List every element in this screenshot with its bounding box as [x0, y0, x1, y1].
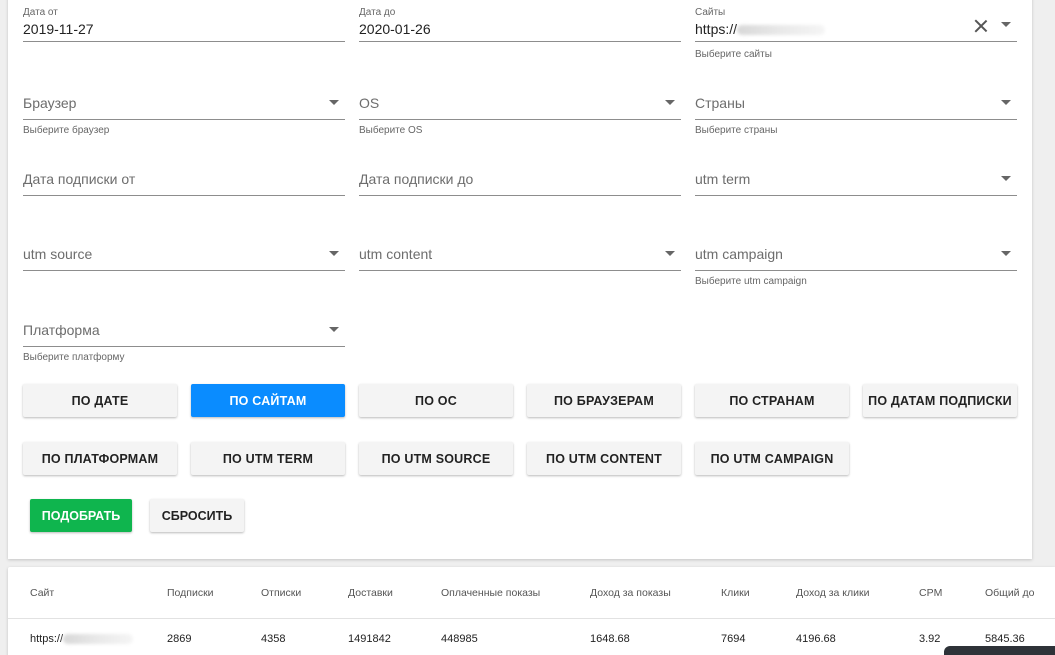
cell-site[interactable]: https:// [30, 633, 134, 645]
sub-date-from-field[interactable]: Дата подписки от [23, 150, 345, 196]
sub-date-from-placeholder: Дата подписки от [23, 171, 136, 187]
group-by-sub-dates-button[interactable]: ПО ДАТАМ ПОДПИСКИ [863, 384, 1017, 417]
cell-total-revenue: 5845.36 [985, 633, 1025, 645]
cell-subscriptions: 2869 [167, 633, 192, 645]
date-from-value[interactable]: 2019-11-27 [23, 21, 94, 37]
cell-deliveries: 1491842 [348, 633, 391, 645]
sites-label: Сайты [695, 7, 726, 18]
utm-content-select[interactable]: utm content [359, 225, 681, 271]
sites-hint: Выберите сайты [695, 49, 772, 60]
column-header-click-revenue[interactable]: Доход за клики [796, 587, 869, 599]
cell-click-revenue: 4196.68 [796, 633, 836, 645]
dropdown-arrow-icon[interactable] [665, 100, 675, 105]
cell-unsubscriptions: 4358 [261, 633, 286, 645]
date-from-label: Дата от [23, 7, 58, 18]
cell-clicks: 7694 [721, 633, 746, 645]
utm-campaign-hint: Выберите utm campaign [695, 276, 807, 287]
os-hint: Выберите OS [359, 125, 423, 136]
dropdown-arrow-icon[interactable] [665, 251, 675, 256]
group-by-utm-term-button[interactable]: ПО UTM TERM [191, 442, 345, 475]
column-header-deliveries[interactable]: Доставки [348, 587, 393, 599]
group-by-utm-source-button[interactable]: ПО UTM SOURCE [359, 442, 513, 475]
utm-term-select[interactable]: utm term [695, 150, 1017, 196]
date-to-label: Дата до [359, 7, 396, 18]
column-header-impression-revenue[interactable]: Доход за показы [590, 587, 671, 599]
reset-button[interactable]: СБРОСИТЬ [150, 499, 244, 532]
dropdown-arrow-icon[interactable] [1001, 100, 1011, 105]
group-by-countries-button[interactable]: ПО СТРАНАМ [695, 384, 849, 417]
column-header-clicks[interactable]: Клики [721, 587, 750, 599]
group-by-sites-button[interactable]: ПО САЙТАМ [191, 384, 345, 417]
browser-placeholder: Браузер [23, 95, 77, 111]
column-header-total-revenue[interactable]: Общий до [985, 587, 1034, 599]
table-header-divider [8, 618, 1055, 619]
os-placeholder: OS [359, 95, 380, 111]
column-header-unsubscriptions[interactable]: Отписки [261, 587, 301, 599]
dropdown-arrow-icon[interactable] [1001, 22, 1011, 27]
utm-campaign-placeholder: utm campaign [695, 246, 783, 262]
dropdown-arrow-icon[interactable] [329, 327, 339, 332]
clear-icon[interactable] [973, 18, 989, 34]
platform-placeholder: Платформа [23, 322, 100, 338]
utm-term-placeholder: utm term [695, 171, 751, 187]
group-by-utm-content-button[interactable]: ПО UTM CONTENT [527, 442, 681, 475]
group-by-platforms-button[interactable]: ПО ПЛАТФОРМАМ [23, 442, 177, 475]
utm-source-select[interactable]: utm source [23, 225, 345, 271]
cell-paid-impressions: 448985 [441, 633, 478, 645]
table-viewport[interactable]: Сайт Подписки Отписки Доставки Оплаченны… [8, 567, 1055, 655]
results-table: Сайт Подписки Отписки Доставки Оплаченны… [8, 567, 1055, 655]
sub-date-to-field[interactable]: Дата подписки до [359, 150, 681, 196]
sites-value[interactable]: https:// [695, 21, 826, 37]
group-by-browsers-button[interactable]: ПО БРАУЗЕРАМ [527, 384, 681, 417]
sites-select[interactable]: Сайты https:// [695, 0, 1017, 42]
browser-select[interactable]: Браузер [23, 74, 345, 120]
group-by-utm-campaign-button[interactable]: ПО UTM CAMPAIGN [695, 442, 849, 475]
browser-hint: Выберите браузер [23, 125, 110, 136]
dropdown-arrow-icon[interactable] [1001, 251, 1011, 256]
dropdown-arrow-icon[interactable] [329, 100, 339, 105]
dropdown-arrow-icon[interactable] [1001, 176, 1011, 181]
group-by-os-button[interactable]: ПО ОС [359, 384, 513, 417]
filter-panel: Дата от 2019-11-27 Дата до 2020-01-26 Са… [8, 0, 1032, 559]
column-header-site[interactable]: Сайт [30, 587, 54, 599]
redacted-site-blur [737, 25, 826, 36]
sub-date-to-placeholder: Дата подписки до [359, 171, 474, 187]
countries-select[interactable]: Страны [695, 74, 1017, 120]
date-to-field[interactable]: Дата до 2020-01-26 [359, 0, 681, 42]
utm-source-placeholder: utm source [23, 246, 93, 262]
group-by-date-button[interactable]: ПО ДАТЕ [23, 384, 177, 417]
utm-campaign-select[interactable]: utm campaign [695, 225, 1017, 271]
countries-hint: Выберите страны [695, 125, 778, 136]
os-select[interactable]: OS [359, 74, 681, 120]
bottom-overlay-widget[interactable] [944, 646, 1055, 655]
column-header-subscriptions[interactable]: Подписки [167, 587, 214, 599]
cell-cpm: 3.92 [919, 633, 941, 645]
column-header-paid-impressions[interactable]: Оплаченные показы [441, 587, 540, 599]
apply-button[interactable]: ПОДОБРАТЬ [30, 499, 132, 532]
utm-content-placeholder: utm content [359, 246, 433, 262]
platform-hint: Выберите платформу [23, 352, 125, 363]
cell-impression-revenue: 1648.68 [590, 633, 630, 645]
redacted-site-blur [63, 634, 134, 645]
date-to-value[interactable]: 2020-01-26 [359, 21, 431, 37]
column-header-cpm[interactable]: CPM [919, 587, 942, 599]
platform-select[interactable]: Платформа [23, 301, 345, 347]
date-from-field[interactable]: Дата от 2019-11-27 [23, 0, 345, 42]
countries-placeholder: Страны [695, 95, 745, 111]
dropdown-arrow-icon[interactable] [329, 251, 339, 256]
